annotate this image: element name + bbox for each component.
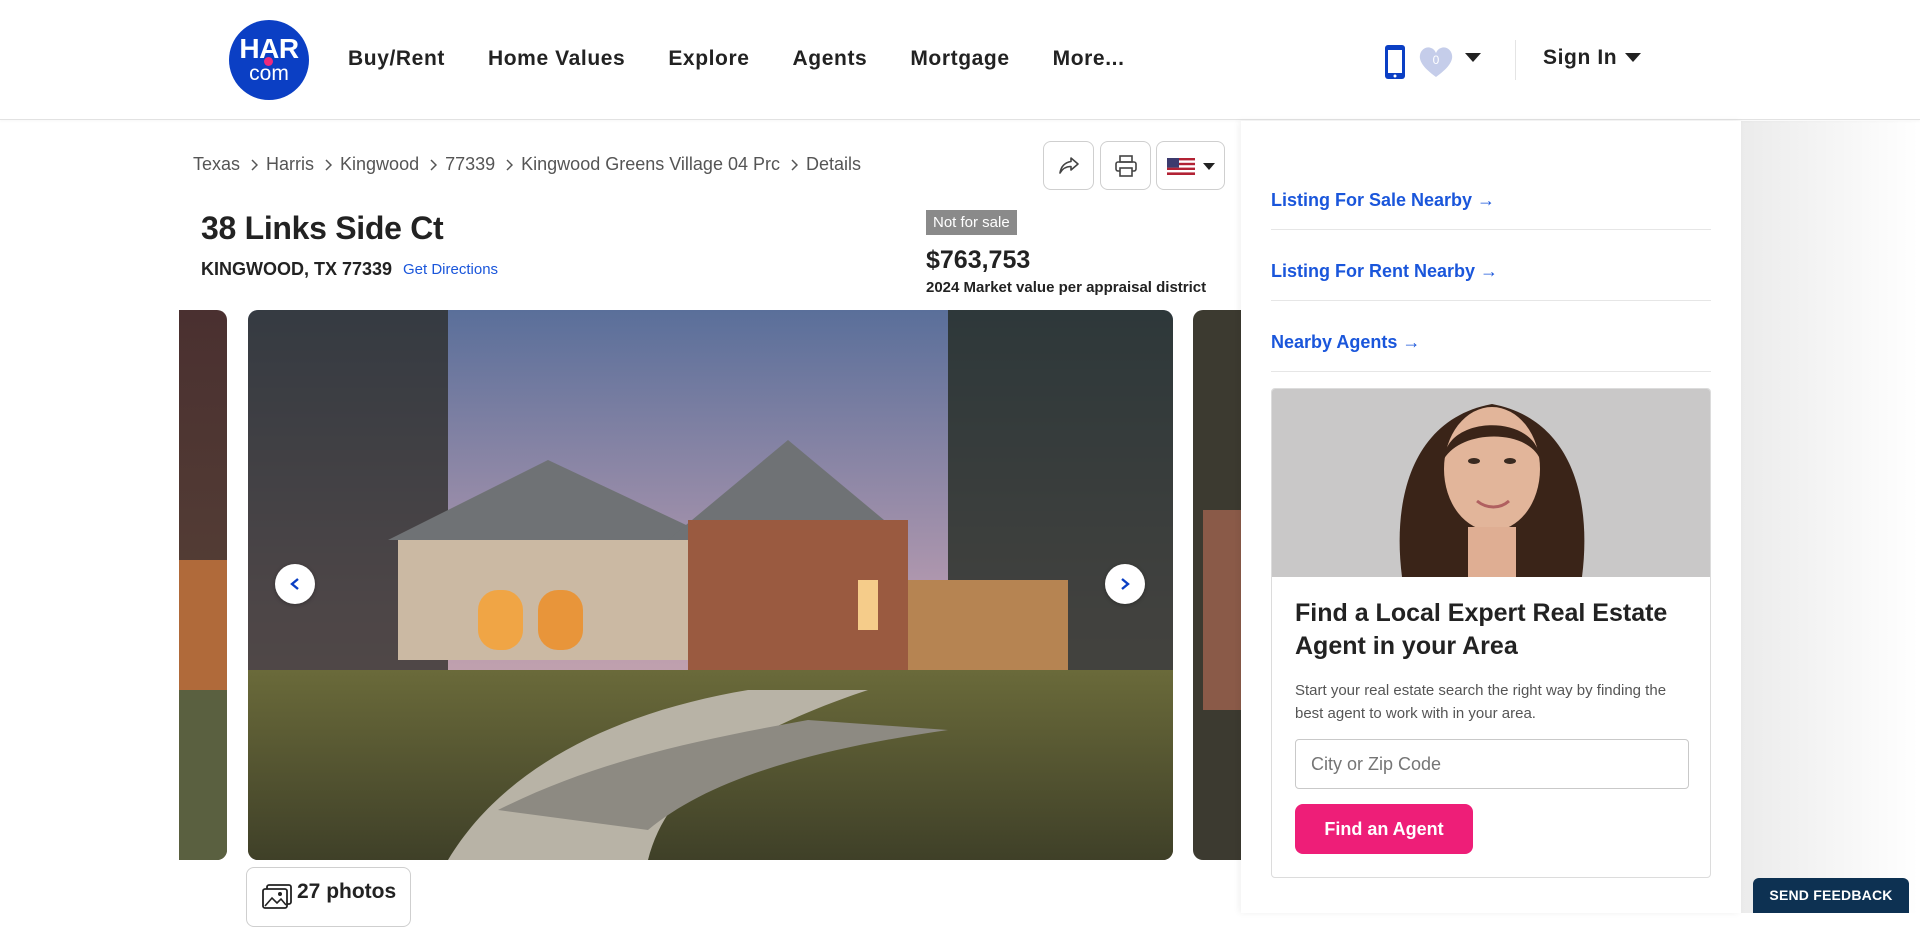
header-divider: [1515, 40, 1516, 80]
chevron-right-icon: [1121, 578, 1130, 590]
city-zip-input[interactable]: [1295, 739, 1689, 789]
listing-address: KINGWOOD, TX 77339: [201, 259, 393, 279]
favorites-count: 0: [1432, 53, 1440, 67]
carousel-prev-button[interactable]: [275, 564, 315, 604]
language-selector[interactable]: [1156, 141, 1225, 190]
print-button[interactable]: [1100, 141, 1151, 190]
find-agent-description: Start your real estate search the right …: [1295, 682, 1667, 722]
chevron-right-icon: [791, 158, 798, 171]
house-photo-prev: [179, 310, 227, 860]
breadcrumb-details: Details: [805, 154, 862, 174]
chevron-right-icon: [251, 158, 259, 171]
carousel-next-button[interactable]: [1105, 564, 1145, 604]
status-badge: Not for sale: [926, 210, 1017, 235]
find-agent-button[interactable]: Find an Agent: [1295, 804, 1473, 854]
breadcrumb-harris[interactable]: Harris: [266, 154, 314, 175]
listing-title: 38 Links Side Ct: [201, 210, 444, 246]
nav-mortgage[interactable]: Mortgage: [910, 47, 1009, 71]
house-photo-next: [1193, 310, 1241, 860]
main-nav: Buy/Rent Home Values Explore Agents Mort…: [348, 47, 1168, 71]
breadcrumb-zip[interactable]: 77339: [445, 154, 495, 175]
nav-explore[interactable]: Explore: [668, 47, 749, 71]
listing-for-rent-nearby-link[interactable]: Listing For Rent Nearby →: [1271, 261, 1498, 282]
get-directions-link[interactable]: Get Directions: [403, 261, 498, 278]
breadcrumb-texas[interactable]: Texas: [193, 154, 240, 175]
send-feedback-button[interactable]: SEND FEEDBACK: [1753, 878, 1909, 913]
find-agent-title: Find a Local Expert Real Estate Agent in…: [1295, 599, 1668, 660]
print-icon: [1115, 155, 1137, 177]
chevron-right-icon: [506, 158, 514, 171]
chevron-right-icon: [430, 158, 438, 171]
nav-buy-rent[interactable]: Buy/Rent: [348, 47, 445, 71]
share-button[interactable]: [1043, 141, 1094, 190]
listing-for-sale-nearby-link[interactable]: Listing For Sale Nearby →: [1271, 190, 1495, 211]
house-photo: [248, 310, 1173, 860]
panel-shadow: [1741, 121, 1920, 913]
agent-photo: [1272, 389, 1710, 577]
panel-divider: [1271, 371, 1711, 372]
photos-count: 27 photos: [297, 880, 397, 903]
breadcrumb-kingwood[interactable]: Kingwood: [340, 154, 419, 175]
nav-home-values[interactable]: Home Values: [488, 47, 625, 71]
chevron-right-icon: [325, 158, 333, 171]
breadcrumb: Texas Harris Kingwood 77339 Kingwood Gre…: [193, 154, 861, 175]
logo-text-bottom: com: [249, 62, 289, 85]
panel-divider: [1271, 300, 1711, 301]
phone-icon[interactable]: [1380, 43, 1410, 81]
site-header: HAR com Buy/Rent Home Values Explore Age…: [0, 0, 1920, 120]
caret-down-icon: [1203, 163, 1215, 170]
har-logo[interactable]: HAR com: [229, 20, 309, 100]
price-note: 2024 Market value per appraisal district: [926, 279, 1207, 296]
main-photo[interactable]: [248, 310, 1173, 860]
carousel-next-photo[interactable]: [1193, 310, 1241, 860]
nearby-agents-link[interactable]: Nearby Agents →: [1271, 332, 1420, 353]
share-icon: [1059, 157, 1079, 174]
nav-agents[interactable]: Agents: [793, 47, 868, 71]
favorites-caret-icon[interactable]: [1465, 53, 1481, 63]
sign-in-button[interactable]: Sign In: [1543, 46, 1617, 70]
gallery-icon: [262, 884, 292, 909]
chevron-left-icon: [290, 578, 299, 590]
listing-price: $763,753: [926, 246, 1031, 274]
panel-divider: [1271, 229, 1711, 230]
carousel-prev-photo[interactable]: [179, 310, 227, 860]
sign-in-caret-icon[interactable]: [1625, 53, 1641, 63]
breadcrumb-subdivision[interactable]: Kingwood Greens Village 04 Prc: [521, 154, 780, 175]
us-flag-icon: [1167, 158, 1195, 175]
nav-more[interactable]: More...: [1053, 47, 1125, 71]
